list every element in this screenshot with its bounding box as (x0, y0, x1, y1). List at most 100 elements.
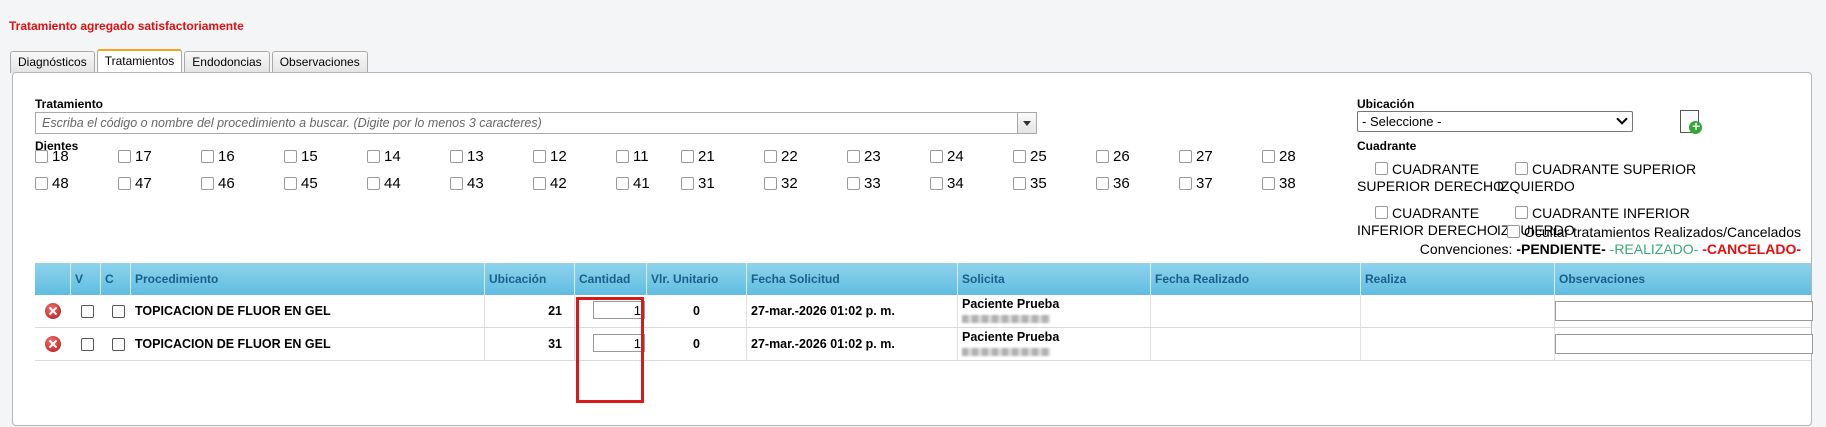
checkbox[interactable] (1375, 206, 1388, 219)
checkbox[interactable] (118, 150, 131, 163)
tooth-23-checkbox[interactable]: 23 (847, 149, 881, 164)
tooth-35-checkbox[interactable]: 35 (1013, 176, 1047, 191)
tooth-21-checkbox[interactable]: 21 (681, 149, 715, 164)
add-document-icon[interactable] (1680, 110, 1702, 134)
checkbox[interactable] (930, 177, 943, 190)
tooth-17-checkbox[interactable]: 17 (118, 149, 152, 164)
tooth-18-checkbox[interactable]: 18 (35, 149, 69, 164)
tooth-34-checkbox[interactable]: 34 (930, 176, 964, 191)
checkbox[interactable] (930, 150, 943, 163)
quadrant-superior-izquierdo[interactable]: CUADRANTE SUPERIOR IZQUIERDO (1497, 161, 1696, 195)
checkbox[interactable] (201, 177, 214, 190)
tooth-45-checkbox[interactable]: 45 (284, 176, 318, 191)
checkbox[interactable] (764, 177, 777, 190)
checkbox[interactable] (1515, 162, 1528, 175)
delete-icon[interactable] (45, 336, 61, 352)
checkbox[interactable] (1096, 177, 1109, 190)
cell-fecha-solicitud: 27-mar.-2026 01:02 p. m. (747, 328, 958, 360)
tooth-44-checkbox[interactable]: 44 (367, 176, 401, 191)
tooth-label: 17 (135, 148, 152, 165)
tooth-27-checkbox[interactable]: 27 (1179, 149, 1213, 164)
tooth-25-checkbox[interactable]: 25 (1013, 149, 1047, 164)
checkbox[interactable] (450, 177, 463, 190)
v-checkbox[interactable] (81, 338, 94, 351)
v-checkbox[interactable] (81, 305, 94, 318)
checkbox[interactable] (367, 177, 380, 190)
tooth-24-checkbox[interactable]: 24 (930, 149, 964, 164)
checkbox[interactable] (616, 177, 629, 190)
tooth-48-checkbox[interactable]: 48 (35, 176, 69, 191)
quadrant-inferior-derecho[interactable]: CUADRANTE INFERIOR DERECHO (1357, 205, 1498, 239)
checkbox[interactable] (533, 177, 546, 190)
cell-realiza (1361, 295, 1555, 327)
checkbox[interactable] (681, 150, 694, 163)
quadrant-superior-derecho[interactable]: CUADRANTE SUPERIOR DERECHO (1357, 161, 1504, 195)
tooth-22-checkbox[interactable]: 22 (764, 149, 798, 164)
checkbox[interactable] (533, 150, 546, 163)
tooth-47-checkbox[interactable]: 47 (118, 176, 152, 191)
checkbox[interactable] (764, 150, 777, 163)
checkbox[interactable] (616, 150, 629, 163)
c-checkbox[interactable] (112, 338, 125, 351)
checkbox[interactable] (450, 150, 463, 163)
success-message: Tratamiento agregado satisfactoriamente (9, 19, 244, 33)
tooth-38-checkbox[interactable]: 38 (1262, 176, 1296, 191)
checkbox[interactable] (1262, 177, 1275, 190)
tab-tratamientos[interactable]: Tratamientos (96, 49, 183, 73)
checkbox[interactable] (284, 177, 297, 190)
checkbox[interactable] (1013, 150, 1026, 163)
checkbox[interactable] (118, 177, 131, 190)
tooth-14-checkbox[interactable]: 14 (367, 149, 401, 164)
chevron-down-icon[interactable] (1017, 113, 1036, 133)
hide-completed-toggle[interactable]: Ocultar tratamientos Realizados/Cancelad… (1506, 224, 1801, 241)
checkbox[interactable] (367, 150, 380, 163)
checkbox[interactable] (1375, 162, 1388, 175)
tooth-26-checkbox[interactable]: 26 (1096, 149, 1130, 164)
checkbox[interactable] (201, 150, 214, 163)
checkbox[interactable] (284, 150, 297, 163)
tooth-12-checkbox[interactable]: 12 (533, 149, 567, 164)
checkbox[interactable] (681, 177, 694, 190)
checkbox[interactable] (1096, 150, 1109, 163)
ubicacion-select[interactable]: - Seleccione - (1357, 111, 1633, 132)
delete-icon[interactable] (45, 303, 61, 319)
checkbox[interactable] (35, 177, 48, 190)
ubicacion-selected: - Seleccione - (1362, 114, 1442, 129)
tooth-31-checkbox[interactable]: 31 (681, 176, 715, 191)
checkbox[interactable] (1179, 150, 1192, 163)
tooth-43-checkbox[interactable]: 43 (450, 176, 484, 191)
tab-diagnosticos[interactable]: Diagnósticos (10, 51, 95, 73)
observaciones-input[interactable] (1555, 301, 1813, 321)
checkbox[interactable] (1013, 177, 1026, 190)
tooth-11-checkbox[interactable]: 11 (616, 149, 649, 164)
checkbox[interactable] (847, 177, 860, 190)
cell-fecha-realizado (1151, 295, 1361, 327)
tooth-36-checkbox[interactable]: 36 (1096, 176, 1130, 191)
tooth-13-checkbox[interactable]: 13 (450, 149, 484, 164)
checkbox[interactable] (35, 150, 48, 163)
checkbox[interactable] (1515, 206, 1528, 219)
table-header: V C Procedimiento Ubicación Cantidad Vlr… (35, 263, 1811, 295)
observaciones-input[interactable] (1555, 334, 1813, 354)
tooth-32-checkbox[interactable]: 32 (764, 176, 798, 191)
cell-solicita: Paciente Prueba (958, 295, 1151, 327)
tab-observaciones[interactable]: Observaciones (271, 51, 368, 73)
tooth-15-checkbox[interactable]: 15 (284, 149, 318, 164)
checkbox[interactable] (1179, 177, 1192, 190)
tooth-42-checkbox[interactable]: 42 (533, 176, 567, 191)
tab-endodoncias[interactable]: Endodoncias (184, 51, 270, 73)
procedure-search-input[interactable]: Escriba el código o nombre del procedimi… (35, 112, 1037, 134)
tooth-37-checkbox[interactable]: 37 (1179, 176, 1213, 191)
tooth-41-checkbox[interactable]: 41 (616, 176, 650, 191)
checkbox[interactable] (1262, 150, 1275, 163)
c-checkbox[interactable] (112, 305, 125, 318)
checkbox[interactable] (847, 150, 860, 163)
cell-procedimiento: TOPICACION DE FLUOR EN GEL (131, 295, 485, 327)
tooth-33-checkbox[interactable]: 33 (847, 176, 881, 191)
quadrant-label: CUADRANTE (1392, 161, 1480, 177)
tooth-16-checkbox[interactable]: 16 (201, 149, 235, 164)
tooth-28-checkbox[interactable]: 28 (1262, 149, 1296, 164)
checkbox[interactable] (1506, 225, 1520, 238)
tooth-46-checkbox[interactable]: 46 (201, 176, 235, 191)
conv-cancelado: -CANCELADO- (1702, 241, 1801, 257)
